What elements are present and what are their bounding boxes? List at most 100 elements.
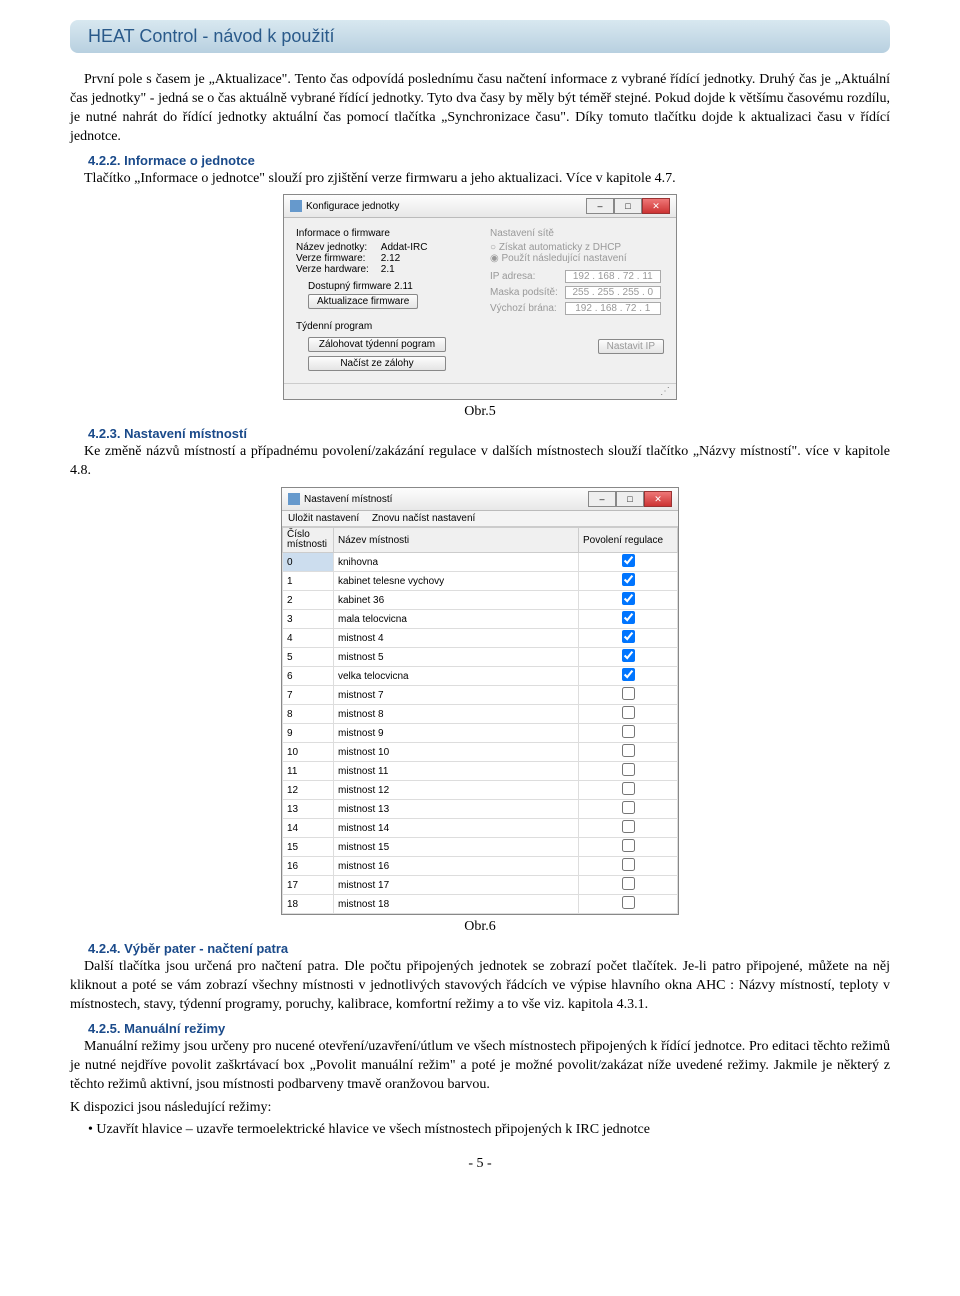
table-row[interactable]: 7mistnost 7 — [283, 686, 678, 705]
rooms-table: Číslo místnosti Název místnosti Povolení… — [282, 527, 678, 914]
cell-enable — [579, 800, 678, 819]
enable-checkbox[interactable] — [622, 896, 635, 909]
col-enable: Povolení regulace — [579, 528, 678, 553]
cell-number: 12 — [283, 781, 334, 800]
table-row[interactable]: 11mistnost 11 — [283, 762, 678, 781]
dialog-titlebar: Konfigurace jednotky – □ ✕ — [284, 195, 676, 218]
table-row[interactable]: 17mistnost 17 — [283, 876, 678, 895]
cell-number: 8 — [283, 705, 334, 724]
radio-dhcp-label: Získat automaticky z DHCP — [499, 242, 621, 253]
cell-enable — [579, 610, 678, 629]
menu-reload[interactable]: Znovu načíst nastavení — [372, 513, 475, 524]
close-icon[interactable]: ✕ — [642, 198, 670, 214]
enable-checkbox[interactable] — [622, 801, 635, 814]
cell-number: 15 — [283, 838, 334, 857]
cell-name: mistnost 10 — [334, 743, 579, 762]
table-row[interactable]: 16mistnost 16 — [283, 857, 678, 876]
cell-number: 6 — [283, 667, 334, 686]
cell-enable — [579, 553, 678, 572]
enable-checkbox[interactable] — [622, 706, 635, 719]
backup-week-button[interactable]: Zálohovat týdenní pogram — [308, 337, 446, 352]
cell-name: mistnost 7 — [334, 686, 579, 705]
cell-enable — [579, 838, 678, 857]
cell-enable — [579, 686, 678, 705]
label-ip: IP adresa: — [490, 271, 562, 282]
table-row[interactable]: 2kabinet 36 — [283, 591, 678, 610]
col-number: Číslo místnosti — [283, 528, 334, 553]
cell-number: 0 — [283, 553, 334, 572]
dialog2-title-text: Nastavení místností — [304, 494, 392, 505]
load-backup-button[interactable]: Načíst ze zálohy — [308, 356, 446, 371]
cell-number: 3 — [283, 610, 334, 629]
maximize-icon[interactable]: □ — [616, 491, 644, 507]
enable-checkbox[interactable] — [622, 687, 635, 700]
cell-number: 9 — [283, 724, 334, 743]
text-425-2: K dispozici jsou následující režimy: — [70, 1099, 890, 1118]
enable-checkbox[interactable] — [622, 573, 635, 586]
set-ip-button: Nastavit IP — [598, 339, 664, 354]
cell-name: mistnost 16 — [334, 857, 579, 876]
text-424: Další tlačítka jsou určená pro načtení p… — [70, 958, 890, 1015]
enable-checkbox[interactable] — [622, 668, 635, 681]
enable-checkbox[interactable] — [622, 858, 635, 871]
enable-checkbox[interactable] — [622, 782, 635, 795]
enable-checkbox[interactable] — [622, 554, 635, 567]
cell-name: mistnost 18 — [334, 895, 579, 914]
table-row[interactable]: 4mistnost 4 — [283, 629, 678, 648]
value-gw: 192 . 168 . 72 . 1 — [565, 302, 661, 315]
cell-name: knihovna — [334, 553, 579, 572]
update-firmware-button[interactable]: Aktualizace firmware — [308, 294, 418, 309]
cell-enable — [579, 895, 678, 914]
table-row[interactable]: 14mistnost 14 — [283, 819, 678, 838]
cell-name: mistnost 8 — [334, 705, 579, 724]
cell-name: mistnost 4 — [334, 629, 579, 648]
cell-number: 4 — [283, 629, 334, 648]
value-unit-name: Addat-IRC — [381, 242, 428, 253]
table-row[interactable]: 3mala telocvicna — [283, 610, 678, 629]
table-row[interactable]: 12mistnost 12 — [283, 781, 678, 800]
app-icon — [290, 200, 302, 212]
table-row[interactable]: 18mistnost 18 — [283, 895, 678, 914]
enable-checkbox[interactable] — [622, 744, 635, 757]
close-icon[interactable]: ✕ — [644, 491, 672, 507]
cell-name: mistnost 15 — [334, 838, 579, 857]
enable-checkbox[interactable] — [622, 877, 635, 890]
value-mask: 255 . 255 . 255 . 0 — [565, 286, 661, 299]
cell-number: 18 — [283, 895, 334, 914]
enable-checkbox[interactable] — [622, 763, 635, 776]
maximize-icon[interactable]: □ — [614, 198, 642, 214]
enable-checkbox[interactable] — [622, 592, 635, 605]
enable-checkbox[interactable] — [622, 649, 635, 662]
page-number: - 5 - — [70, 1156, 890, 1172]
cell-number: 13 — [283, 800, 334, 819]
cell-name: velka telocvicna — [334, 667, 579, 686]
table-row[interactable]: 13mistnost 13 — [283, 800, 678, 819]
table-row[interactable]: 5mistnost 5 — [283, 648, 678, 667]
table-row[interactable]: 15mistnost 15 — [283, 838, 678, 857]
label-fw: Verze firmware: — [296, 253, 378, 264]
label-avail-fw: Dostupný firmware 2.11 — [308, 281, 470, 292]
table-row[interactable]: 1kabinet telesne vychovy — [283, 572, 678, 591]
enable-checkbox[interactable] — [622, 725, 635, 738]
enable-checkbox[interactable] — [622, 630, 635, 643]
value-hw: 2.1 — [381, 264, 395, 275]
cell-name: mistnost 14 — [334, 819, 579, 838]
value-fw: 2.12 — [381, 253, 400, 264]
table-row[interactable]: 9mistnost 9 — [283, 724, 678, 743]
cell-name: mistnost 11 — [334, 762, 579, 781]
table-row[interactable]: 0knihovna — [283, 553, 678, 572]
resize-grip-icon: ⋰ — [284, 383, 676, 399]
minimize-icon[interactable]: – — [586, 198, 614, 214]
enable-checkbox[interactable] — [622, 820, 635, 833]
enable-checkbox[interactable] — [622, 839, 635, 852]
label-hw: Verze hardware: — [296, 264, 378, 275]
menu-save[interactable]: Uložit nastavení — [288, 513, 359, 524]
table-row[interactable]: 8mistnost 8 — [283, 705, 678, 724]
table-row[interactable]: 6velka telocvicna — [283, 667, 678, 686]
radio-manual-icon: ◉ — [490, 253, 499, 264]
radio-manual-label: Použít následující nastavení — [502, 253, 627, 264]
table-row[interactable]: 10mistnost 10 — [283, 743, 678, 762]
menu-bar: Uložit nastavení Znovu načíst nastavení — [282, 511, 678, 527]
minimize-icon[interactable]: – — [588, 491, 616, 507]
enable-checkbox[interactable] — [622, 611, 635, 624]
